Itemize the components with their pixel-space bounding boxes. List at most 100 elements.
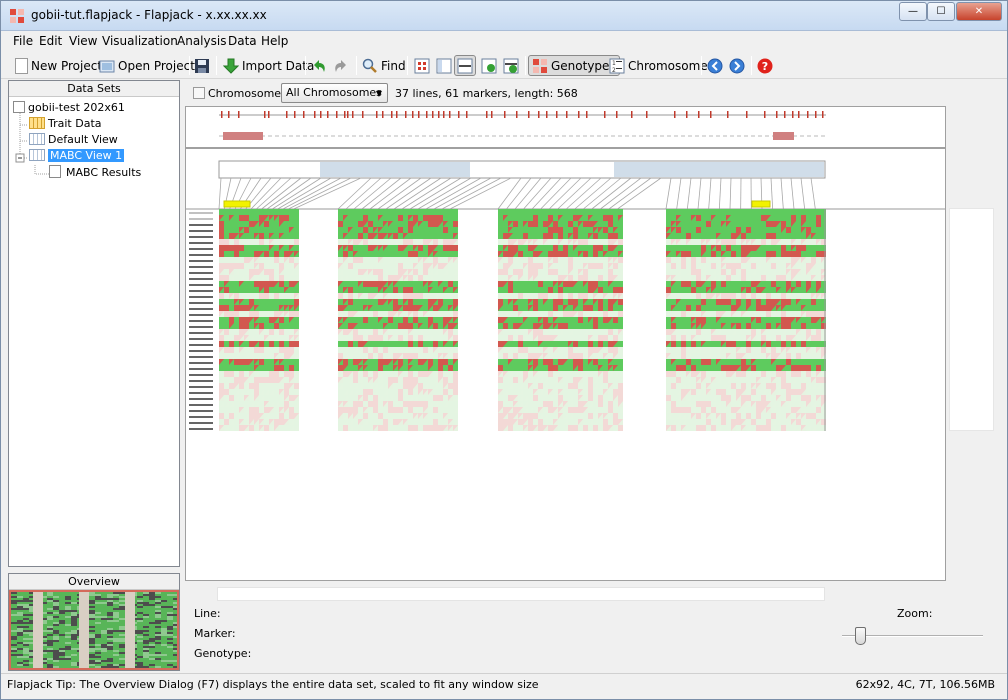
- overview-cell: [161, 660, 167, 662]
- genotype-cell: [533, 257, 538, 263]
- undo-button[interactable]: [311, 55, 330, 76]
- genotype-cell: [503, 227, 508, 233]
- genotype-cell: [413, 329, 418, 335]
- genotype-cell: [358, 287, 363, 293]
- refresh-markers-button[interactable]: [481, 55, 500, 76]
- split-view-button[interactable]: [436, 55, 455, 76]
- overview-cell: [149, 620, 155, 622]
- genotype-cell: [279, 347, 284, 353]
- menu-analysis[interactable]: Analysis: [177, 34, 226, 48]
- overview-cell: [173, 654, 177, 656]
- menu-file[interactable]: File: [13, 34, 33, 48]
- genotype-cell: [259, 347, 264, 353]
- help-button[interactable]: ?: [757, 55, 776, 76]
- overview-cell: [167, 620, 173, 622]
- tree-item-mabc-view[interactable]: MABC View 1: [29, 149, 125, 162]
- overview-cell: [101, 622, 107, 624]
- genotype-cell: [338, 419, 343, 425]
- overview-cell: [59, 646, 65, 648]
- marker-tick: [412, 111, 414, 118]
- overview-cell: [65, 660, 71, 662]
- genotype-cell: [418, 275, 423, 281]
- tree-root-project[interactable]: gobii-test 202x61: [13, 101, 125, 114]
- open-project-button[interactable]: Open Project: [99, 55, 195, 76]
- overview-cell: [119, 656, 125, 658]
- genotype-cell: [573, 401, 578, 407]
- tree-item-mabc-results[interactable]: MABC Results: [49, 165, 141, 179]
- marker-tick: [268, 111, 270, 118]
- genotype-cell: [573, 227, 578, 233]
- overview-toggle-button[interactable]: [454, 55, 476, 76]
- overview-cell: [161, 632, 167, 634]
- chromosomes-tab-button[interactable]: 12 Chromosomes: [609, 55, 714, 76]
- chromosome-checkbox[interactable]: [193, 87, 205, 99]
- genotype-cell: [393, 425, 398, 431]
- marker-tick: [327, 111, 329, 118]
- overview-cell: [155, 650, 161, 652]
- menu-visualization[interactable]: Visualization: [102, 34, 178, 48]
- marker-tick: [586, 111, 588, 118]
- close-button[interactable]: ✕: [956, 2, 1002, 21]
- genotype-cell: [279, 401, 284, 407]
- refresh-lines-button[interactable]: [503, 55, 522, 76]
- menu-data[interactable]: Data: [228, 34, 257, 48]
- overview-cell: [59, 592, 65, 594]
- back-button[interactable]: [707, 55, 726, 76]
- redo-button[interactable]: [333, 55, 352, 76]
- find-button[interactable]: Find: [362, 55, 406, 76]
- genotype-cell: [598, 293, 603, 299]
- genotypes-tab-button[interactable]: Genotypes: [528, 55, 620, 76]
- chromosome-overview-canvas[interactable]: [185, 106, 946, 148]
- import-data-button[interactable]: Import Data: [223, 55, 314, 76]
- menu-edit[interactable]: Edit: [39, 34, 62, 48]
- genotype-cell: [224, 209, 229, 215]
- overview-cell: [107, 604, 113, 606]
- chromosome-dropdown[interactable]: All Chromosomes ▼: [281, 83, 388, 103]
- genotype-view[interactable]: [185, 148, 946, 581]
- overview-cell: [149, 592, 155, 594]
- genotype-cell: [563, 311, 568, 317]
- overview-cell: [143, 656, 149, 658]
- genotype-cell: [274, 209, 279, 215]
- genotype-cell: [553, 395, 558, 401]
- tree-item-default-view[interactable]: Default View: [29, 133, 118, 146]
- genotype-cell: [523, 371, 528, 377]
- overview-cell: [71, 614, 77, 616]
- genotype-cell: [533, 215, 538, 221]
- genotype-cell: [771, 221, 776, 227]
- genotype-cell: [343, 209, 348, 215]
- genotype-cell: [254, 209, 259, 215]
- overview-cell: [143, 594, 149, 596]
- menu-help[interactable]: Help: [261, 34, 288, 48]
- marker-link-line: [718, 177, 722, 210]
- forward-button[interactable]: [729, 55, 748, 76]
- new-project-button[interactable]: New Project: [15, 55, 102, 76]
- overview-cell: [173, 612, 177, 614]
- overview-cell: [155, 622, 161, 624]
- menu-view[interactable]: View: [69, 34, 97, 48]
- maximize-button[interactable]: ☐: [927, 2, 955, 21]
- genotype-cell: [378, 419, 383, 425]
- genotype-cell: [448, 329, 453, 335]
- genotype-cell: [269, 317, 274, 323]
- overview-canvas[interactable]: [9, 590, 179, 670]
- overview-cell: [143, 616, 149, 618]
- overview-cell: [173, 644, 177, 646]
- genotype-cell: [259, 209, 264, 215]
- overview-cell: [119, 598, 125, 600]
- marker-tick: [538, 111, 540, 118]
- genotype-cell: [393, 287, 398, 293]
- save-button[interactable]: [194, 55, 213, 76]
- select-lines-markers-button[interactable]: [414, 55, 433, 76]
- overview-cell: [149, 626, 155, 628]
- tree-item-trait-data[interactable]: Trait Data: [29, 117, 102, 130]
- overview-cell: [71, 600, 77, 602]
- genotype-cell: [393, 275, 398, 281]
- overview-cell: [53, 612, 59, 614]
- genotype-cell: [583, 305, 588, 311]
- overview-cell: [47, 626, 53, 628]
- genotype-cell: [518, 341, 523, 347]
- genotype-cell: [358, 401, 363, 407]
- minimize-button[interactable]: —: [899, 2, 927, 21]
- genotype-cell: [388, 341, 393, 347]
